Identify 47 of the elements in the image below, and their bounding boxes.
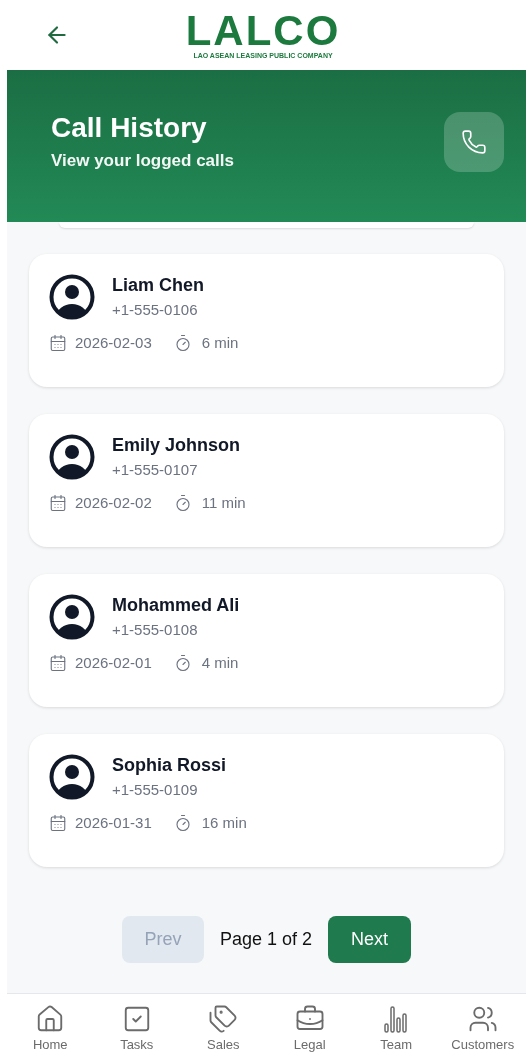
nav-item[interactable]: Customers	[442, 1004, 523, 1053]
call-date: 2026-02-03	[75, 333, 152, 353]
user-avatar-icon	[49, 594, 95, 640]
phone-number: +1-555-0109	[112, 780, 199, 800]
phone-icon	[461, 129, 487, 155]
tag-icon	[208, 1004, 239, 1034]
caller-name: Sophia Rossi	[112, 754, 227, 776]
call-card[interactable]: Mohammed Ali +1-555-0108 2026-02-01 4 min	[29, 574, 504, 707]
nav-item[interactable]: Home	[10, 1004, 91, 1053]
calendar-icon	[49, 654, 67, 673]
timer-icon	[173, 334, 192, 353]
calendar-icon	[49, 494, 67, 513]
calendar-icon	[49, 334, 67, 353]
nav-item[interactable]: Legal	[269, 1004, 350, 1053]
user-avatar-icon	[49, 754, 95, 800]
timer-icon	[173, 494, 192, 513]
logo-wordmark: LALCO	[185, 11, 341, 51]
page-indicator: Page 1 of 2	[219, 928, 313, 951]
caller-name: Emily Johnson	[112, 434, 241, 456]
call-button[interactable]	[444, 112, 504, 172]
call-duration: 4 min	[201, 653, 239, 673]
page-title: Call History	[51, 112, 208, 144]
nav-item[interactable]: Tasks	[96, 1004, 177, 1053]
calendar-icon	[49, 814, 67, 833]
phone-number: +1-555-0106	[112, 300, 199, 320]
caller-name: Liam Chen	[112, 274, 204, 296]
caller-name: Mohammed Ali	[112, 594, 240, 616]
call-date: 2026-01-31	[75, 813, 152, 833]
call-date: 2026-02-02	[75, 493, 152, 513]
call-duration: 16 min	[201, 813, 247, 833]
next-button[interactable]: Next	[328, 916, 412, 963]
call-card[interactable]: Sophia Rossi +1-555-0109 2026-01-31 16 min	[29, 734, 504, 867]
user-avatar-icon	[49, 274, 95, 320]
timer-icon	[173, 814, 192, 833]
users-icon	[467, 1004, 498, 1034]
timer-icon	[173, 654, 192, 673]
call-card[interactable]: Emily Johnson +1-555-0107 2026-02-02 11 min	[29, 414, 504, 547]
page-subtitle: View your logged calls	[51, 150, 234, 172]
call-card[interactable]: Liam Chen +1-555-0106 2026-02-03 6 min	[29, 254, 504, 387]
phone-number: +1-555-0108	[112, 620, 199, 640]
call-duration: 6 min	[201, 333, 239, 353]
call-duration: 11 min	[201, 493, 246, 513]
nav-item[interactable]: Sales	[183, 1004, 264, 1053]
user-avatar-icon	[49, 434, 95, 480]
phone-number: +1-555-0107	[112, 460, 199, 480]
nav-item[interactable]: Team	[356, 1004, 437, 1053]
call-date: 2026-02-01	[75, 653, 152, 673]
